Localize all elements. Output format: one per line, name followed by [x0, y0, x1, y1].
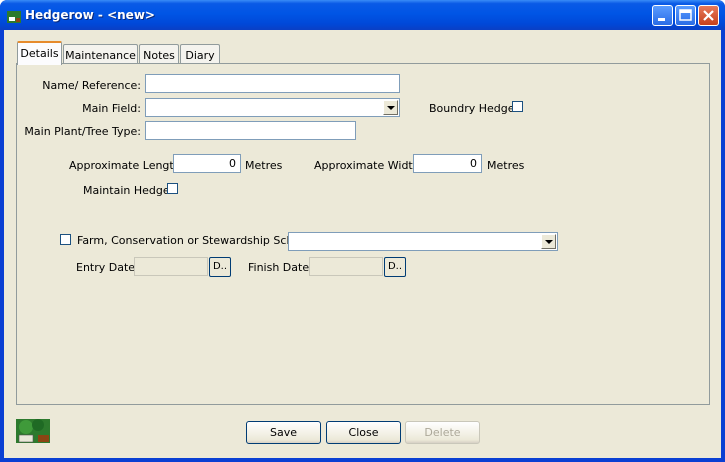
maximize-icon — [679, 9, 692, 21]
entry-date-label: Entry Date: — [76, 261, 139, 274]
entry-date-picker-button[interactable]: D.. — [209, 257, 231, 277]
maintain-hedge-checkbox[interactable] — [167, 183, 178, 194]
maximize-button[interactable] — [675, 5, 696, 26]
minimize-icon — [658, 18, 665, 21]
hedgerow-window: Hedgerow - <new> Details Maintenance Not… — [0, 0, 725, 462]
client-area: Details Maintenance Notes Diary Name/ Re… — [4, 30, 721, 458]
details-panel: Name/ Reference: Main Field: Boundry Hed… — [16, 63, 710, 405]
finish-date-input — [309, 257, 383, 276]
approx-width-label: Approximate Width: — [314, 159, 424, 172]
main-plant-label: Main Plant/Tree Type: — [24, 125, 141, 138]
save-button[interactable]: Save — [246, 421, 321, 444]
boundary-hedge-label: Boundry Hedge: — [429, 102, 519, 115]
tab-diary[interactable]: Diary — [180, 44, 220, 64]
name-reference-input[interactable] — [145, 74, 400, 93]
approx-length-label: Approximate Length: — [69, 159, 185, 172]
tab-maintenance[interactable]: Maintenance — [63, 44, 138, 64]
tab-details[interactable]: Details — [17, 41, 62, 65]
scheme-checkbox[interactable] — [60, 234, 71, 245]
approx-width-input[interactable]: 0 — [413, 154, 482, 173]
finish-date-picker-button[interactable]: D.. — [384, 257, 406, 277]
length-unit-label: Metres — [245, 159, 283, 172]
tab-notes[interactable]: Notes — [139, 44, 179, 64]
chevron-down-icon[interactable] — [541, 234, 556, 249]
minimize-button[interactable] — [652, 5, 673, 26]
hedgerow-footer-icon — [16, 419, 50, 443]
main-plant-input[interactable] — [145, 121, 356, 140]
width-unit-label: Metres — [487, 159, 525, 172]
delete-button: Delete — [405, 421, 480, 444]
entry-date-input — [134, 257, 208, 276]
hedgerow-app-icon — [7, 11, 21, 23]
window-title: Hedgerow - <new> — [25, 8, 155, 22]
close-window-button[interactable] — [698, 5, 719, 26]
main-field-label: Main Field: — [82, 102, 141, 115]
scheme-label: Farm, Conservation or Stewardship Scheme — [77, 234, 318, 247]
finish-date-label: Finish Date: — [248, 261, 313, 274]
close-icon — [703, 10, 714, 21]
name-reference-label: Name/ Reference: — [42, 79, 141, 92]
boundary-hedge-checkbox[interactable] — [512, 101, 523, 112]
main-field-select[interactable] — [145, 98, 400, 117]
scheme-select[interactable] — [288, 232, 558, 251]
maintain-hedge-label: Maintain Hedge: — [83, 184, 174, 197]
chevron-down-icon[interactable] — [383, 100, 398, 115]
close-button[interactable]: Close — [326, 421, 401, 444]
title-bar[interactable]: Hedgerow - <new> — [0, 0, 725, 30]
approx-length-input[interactable]: 0 — [173, 154, 241, 173]
